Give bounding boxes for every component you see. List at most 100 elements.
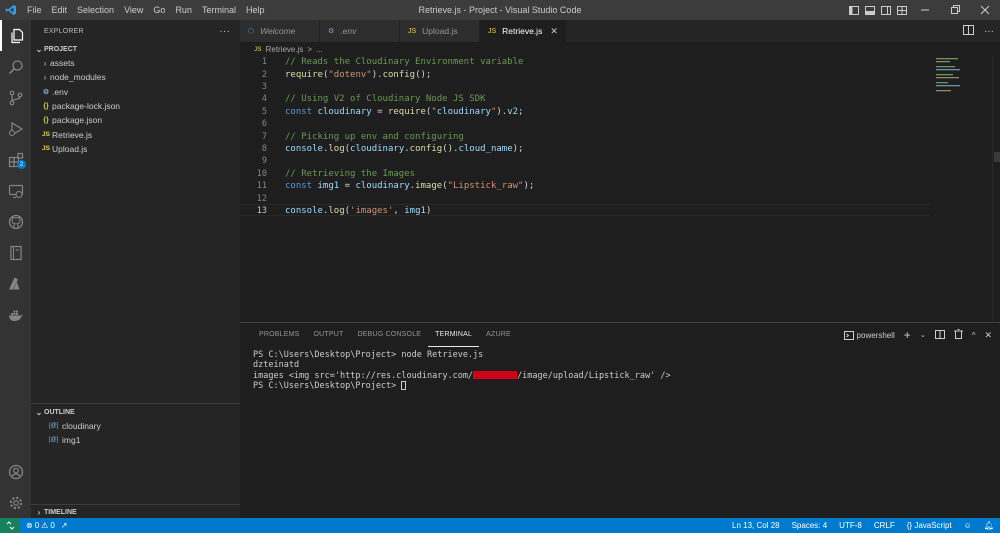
breadcrumb-symbol[interactable]: ... (316, 45, 323, 54)
tab-label: Retrieve.js (502, 26, 543, 36)
azure-icon[interactable] (0, 268, 31, 299)
tab-welcome[interactable]: ⬡ Welcome (240, 20, 320, 42)
menu-help[interactable]: Help (241, 0, 270, 20)
encoding[interactable]: UTF-8 (839, 521, 862, 530)
tree-item-node-modules[interactable]: › node_modules (40, 70, 240, 84)
remote-explorer-icon[interactable] (0, 175, 31, 206)
warning-count: 0 (50, 521, 55, 530)
extensions-badge: 2 (17, 160, 26, 169)
menu-run[interactable]: Run (170, 0, 197, 20)
timeline-section-header[interactable]: › TIMELINE (31, 505, 240, 519)
terminal-text: images <img src='http://res.cloudinary.c… (253, 370, 474, 381)
tab-retrieve-js[interactable]: JS Retrieve.js ✕ (480, 20, 567, 42)
tab-azure[interactable]: AZURE (479, 323, 518, 347)
remote-indicator-icon[interactable] (0, 518, 20, 533)
extensions-icon[interactable]: 2 (0, 144, 31, 175)
tree-item-retrieve-js[interactable]: JS Retrieve.js (40, 127, 240, 141)
json-file-icon: {} (43, 102, 49, 110)
trash-icon[interactable] (953, 329, 963, 341)
split-editor-icon[interactable] (963, 24, 974, 38)
toggle-secondary-sidebar-icon[interactable] (878, 0, 894, 20)
tree-item-label: assets (50, 58, 75, 69)
notifications-bell-icon[interactable]: 🔔︎ (984, 521, 994, 530)
tree-item-package-lock[interactable]: {} package-lock.json (40, 99, 240, 113)
customize-layout-icon[interactable] (894, 0, 910, 20)
explorer-icon[interactable] (0, 20, 31, 51)
menu-edit[interactable]: Edit (47, 0, 73, 20)
close-tab-icon[interactable]: ✕ (550, 26, 558, 37)
terminal-cursor (401, 381, 407, 391)
restore-icon[interactable] (940, 0, 970, 20)
more-actions-icon[interactable]: ··· (984, 26, 994, 37)
code-text: // Picking up env and configuring (285, 131, 464, 142)
tab-env[interactable]: ⚙ .env (320, 20, 400, 42)
tab-problems[interactable]: PROBLEMS (252, 323, 307, 347)
editor-tabs: ⬡ Welcome ⚙ .env JS Upload.js JS Retriev… (240, 20, 1000, 42)
error-count: 0 (34, 521, 40, 530)
explorer-sidebar: EXPLORER ··· ⌄ PROJECT › assets › node_m… (31, 20, 240, 518)
terminal-output[interactable]: PS C:\Users\Desktop\Project> node Retrie… (253, 350, 671, 392)
notebook-icon[interactable] (0, 237, 31, 268)
line-number: 4 (261, 94, 267, 105)
indentation[interactable]: Spaces: 4 (792, 521, 828, 530)
account-icon[interactable] (0, 456, 31, 487)
language-mode[interactable]: {} JavaScript (907, 521, 952, 530)
activity-bar: 2 (0, 20, 31, 518)
chevron-down-icon[interactable]: ⌄ (920, 331, 926, 339)
js-file-icon: JS (42, 145, 50, 153)
cursor-position[interactable]: Ln 13, Col 28 (732, 521, 780, 530)
menu-bar: File Edit Selection View Go Run Terminal… (22, 0, 269, 20)
menu-view[interactable]: View (119, 0, 148, 20)
tree-item-package-json[interactable]: {} package.json (40, 113, 240, 127)
problems-indicator[interactable]: ⊗ 0 ⚠ 0 (26, 521, 55, 530)
close-panel-icon[interactable]: ✕ (984, 330, 992, 341)
title-bar: File Edit Selection View Go Run Terminal… (0, 0, 1000, 20)
menu-go[interactable]: Go (148, 0, 170, 20)
editor-scrollbar[interactable] (992, 56, 1000, 321)
tree-item-assets[interactable]: › assets (40, 56, 240, 70)
tab-output[interactable]: OUTPUT (307, 323, 351, 347)
redaction-box (473, 371, 518, 380)
source-control-icon[interactable] (0, 82, 31, 113)
new-terminal-icon[interactable]: + (904, 328, 911, 342)
outline-section-header[interactable]: ⌄ OUTLINE (31, 405, 240, 419)
github-icon[interactable] (0, 206, 31, 237)
minimap[interactable] (934, 56, 986, 116)
menu-file[interactable]: File (22, 0, 47, 20)
docker-icon[interactable] (0, 299, 31, 330)
tree-item-label: package-lock.json (52, 101, 121, 112)
minimize-icon[interactable] (910, 0, 940, 20)
tab-debug-console[interactable]: DEBUG CONSOLE (350, 323, 428, 347)
project-section-header[interactable]: ⌄ PROJECT (31, 42, 240, 56)
code-line: 13 console.log('images', img1) (240, 205, 940, 217)
line-number: 11 (256, 181, 267, 192)
live-share-icon[interactable]: ↗ (61, 521, 68, 530)
tab-terminal[interactable]: TERMINAL (428, 323, 480, 347)
tree-item-upload-js[interactable]: JS Upload.js (40, 142, 240, 156)
outline-item-img1[interactable]: [@] img1 (31, 433, 240, 447)
end-of-line[interactable]: CRLF (874, 521, 895, 530)
toggle-panel-icon[interactable] (862, 0, 878, 20)
line-number: 12 (256, 193, 267, 204)
toggle-primary-sidebar-icon[interactable] (846, 0, 862, 20)
breadcrumb-file[interactable]: Retrieve.js (266, 45, 304, 54)
feedback-icon[interactable]: ☺ (964, 521, 972, 530)
menu-selection[interactable]: Selection (72, 0, 119, 20)
settings-gear-icon[interactable] (0, 487, 31, 518)
close-window-icon[interactable] (970, 0, 1000, 20)
maximize-panel-icon[interactable]: ^ (972, 331, 976, 340)
line-number: 2 (261, 69, 267, 80)
run-debug-icon[interactable] (0, 113, 31, 144)
js-file-icon: JS (408, 27, 417, 35)
tab-upload-js[interactable]: JS Upload.js (400, 20, 480, 42)
tree-item-env[interactable]: ⚙ .env (40, 85, 240, 99)
outline-item-cloudinary[interactable]: [@] cloudinary (31, 419, 240, 433)
terminal-shell-selector[interactable]: powershell (843, 330, 895, 340)
menu-terminal[interactable]: Terminal (197, 0, 241, 20)
code-editor[interactable]: 1 // Reads the Cloudinary Environment va… (240, 56, 1000, 321)
more-actions-icon[interactable]: ··· (219, 26, 230, 37)
terminal-line: images <img src='http://res.cloudinary.c… (253, 371, 671, 381)
split-terminal-icon[interactable] (934, 329, 945, 341)
breadcrumb: JS Retrieve.js > ... (240, 42, 1000, 56)
search-icon[interactable] (0, 51, 31, 82)
